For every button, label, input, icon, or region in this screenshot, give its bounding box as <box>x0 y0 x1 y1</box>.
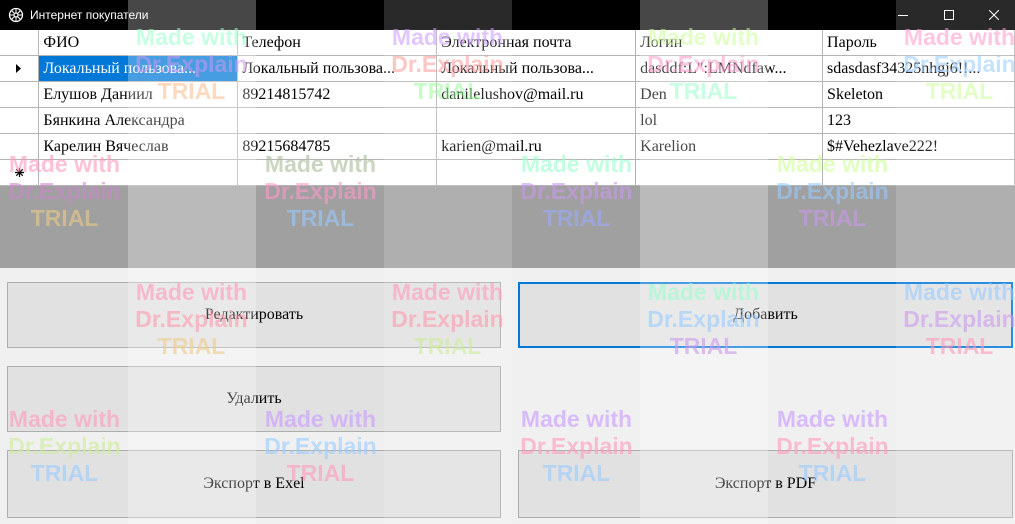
minimize-icon <box>898 15 908 16</box>
cell-phone[interactable]: 89214815742 <box>237 81 438 108</box>
header-row: ФИО Телефон Электронная почта Логин Паро… <box>0 30 1015 56</box>
minimize-button[interactable] <box>880 0 926 30</box>
cell-fio[interactable]: Локальный пользова... <box>38 55 239 82</box>
cell-login[interactable]: dasddf:L":LMNdfaw... <box>635 55 824 82</box>
row-arrow-icon <box>16 64 22 73</box>
export-excel-button[interactable]: Экспорт в Exel <box>7 450 501 518</box>
new-row-icon <box>14 168 24 177</box>
table-row[interactable]: Бянкина Александра lol 123 <box>0 107 1015 134</box>
cell-fio[interactable]: Карелин Вячеслав <box>38 133 239 160</box>
cell-fio[interactable] <box>38 159 239 186</box>
cell-login[interactable] <box>635 159 824 186</box>
column-header-phone[interactable]: Телефон <box>237 30 438 56</box>
cell-phone[interactable]: 89215684785 <box>237 133 438 160</box>
row-header-cell[interactable] <box>0 81 40 108</box>
maximize-button[interactable] <box>926 0 972 30</box>
close-icon <box>989 10 999 20</box>
table-row[interactable]: Локальный пользова... Локальный пользова… <box>0 55 1015 82</box>
customers-grid[interactable]: ФИО Телефон Электронная почта Логин Паро… <box>0 30 1015 268</box>
app-icon <box>8 7 24 23</box>
cell-email[interactable]: danilelushov@mail.ru <box>436 81 637 108</box>
delete-button[interactable]: Удалить <box>7 366 501 432</box>
cell-password[interactable] <box>822 159 1015 186</box>
customers-table: ФИО Телефон Электронная почта Логин Паро… <box>0 30 1015 186</box>
cell-login[interactable]: lol <box>635 107 824 134</box>
export-pdf-button[interactable]: Экспорт в PDF <box>518 450 1013 518</box>
title-bar: Интернет покупатели <box>0 0 1015 30</box>
add-button[interactable]: Добавить <box>518 282 1013 348</box>
row-header-cell[interactable] <box>0 55 40 82</box>
maximize-icon <box>944 10 954 20</box>
cell-email[interactable] <box>436 107 637 134</box>
edit-button[interactable]: Редактировать <box>7 282 501 348</box>
cell-password[interactable]: sdasdasf34325nhgj6!!... <box>822 55 1015 82</box>
cell-fio[interactable]: Бянкина Александра <box>38 107 239 134</box>
cell-phone[interactable]: Локальный пользова... <box>237 55 438 82</box>
cell-password[interactable]: $#Vehezlave222! <box>822 133 1015 160</box>
column-header-fio[interactable]: ФИО <box>38 30 239 56</box>
cell-login[interactable]: Karelion <box>635 133 824 160</box>
row-header-cell[interactable] <box>0 107 40 134</box>
row-header-cell[interactable] <box>0 133 40 160</box>
cell-fio[interactable]: Елушов Даниил <box>38 81 239 108</box>
column-header-login[interactable]: Логин <box>635 30 824 56</box>
table-row[interactable]: Карелин Вячеслав 89215684785 karien@mail… <box>0 133 1015 160</box>
window-title: Интернет покупатели <box>30 8 149 22</box>
column-header-password[interactable]: Пароль <box>822 30 1015 56</box>
table-row[interactable]: Елушов Даниил 89214815742 danilelushov@m… <box>0 81 1015 108</box>
cell-phone[interactable] <box>237 159 438 186</box>
cell-email[interactable] <box>436 159 637 186</box>
close-button[interactable] <box>971 0 1015 30</box>
cell-email[interactable]: karien@mail.ru <box>436 133 637 160</box>
cell-password[interactable]: 123 <box>822 107 1015 134</box>
cell-phone[interactable] <box>237 107 438 134</box>
cell-login[interactable]: Den <box>635 81 824 108</box>
cell-password[interactable]: Skeleton <box>822 81 1015 108</box>
column-header-email[interactable]: Электронная почта <box>436 30 637 56</box>
cell-email[interactable]: Локальный пользова... <box>436 55 637 82</box>
corner-header-cell <box>0 30 40 56</box>
new-row[interactable] <box>0 159 1015 186</box>
row-header-cell[interactable] <box>0 159 40 186</box>
